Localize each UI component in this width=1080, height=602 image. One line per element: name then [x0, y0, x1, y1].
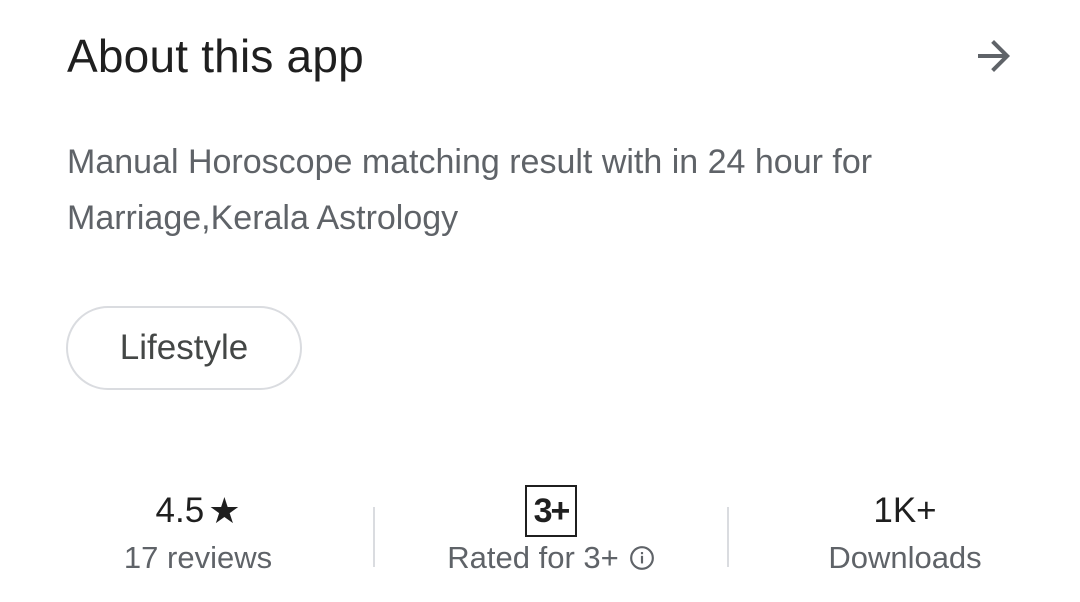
downloads-label: Downloads: [828, 540, 982, 575]
rating-value: 4.5: [155, 491, 205, 530]
content-rating-label-row: Rated for 3+: [447, 540, 654, 576]
divider: [727, 507, 729, 567]
about-header[interactable]: About this app: [67, 24, 1013, 88]
downloads-value: 1K+: [873, 491, 937, 530]
category-chip-lifestyle[interactable]: Lifestyle: [66, 306, 302, 390]
rating-stat[interactable]: 4.5 ★ 17 reviews: [98, 480, 298, 576]
rating-value-row: 4.5 ★: [156, 480, 241, 542]
star-icon: ★: [208, 490, 241, 531]
divider: [373, 507, 375, 567]
content-rating-stat[interactable]: 3+ Rated for 3+: [430, 480, 672, 576]
age-rating-badge: 3+: [525, 485, 577, 537]
content-rating-label: Rated for 3+: [447, 540, 619, 575]
arrow-right-icon[interactable]: [965, 27, 1023, 85]
section-title: About this app: [67, 30, 364, 82]
content-rating-badge-row: 3+: [525, 480, 577, 542]
stats-row: 4.5 ★ 17 reviews 3+ Rated for 3+ 1K+ Dow…: [0, 480, 1080, 602]
downloads-stat[interactable]: 1K+ Downloads: [805, 480, 1005, 576]
info-icon[interactable]: [629, 545, 655, 571]
app-description: Manual Horoscope matching result with in…: [67, 143, 873, 237]
reviews-count: 17 reviews: [123, 540, 273, 575]
